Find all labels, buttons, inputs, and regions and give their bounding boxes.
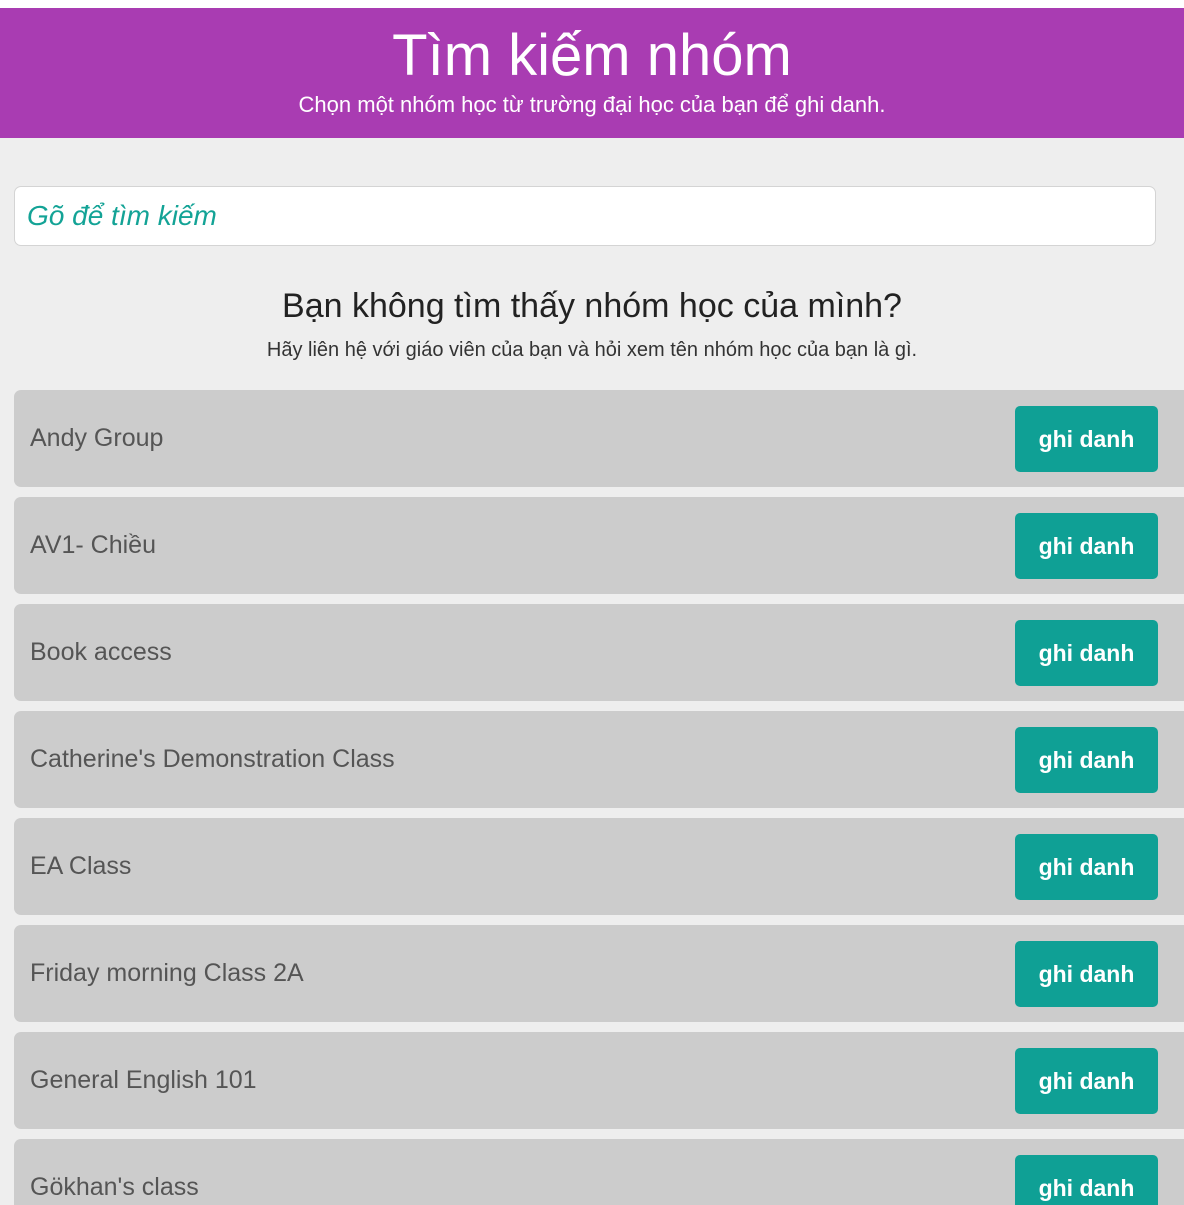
main-content: Bạn không tìm thấy nhóm học của mình? Hã… (0, 138, 1184, 1205)
group-name: AV1- Chiều (30, 531, 156, 559)
enroll-button[interactable]: ghi danh (1015, 513, 1158, 579)
group-row: Friday morning Class 2A ghi danh (14, 925, 1184, 1022)
enroll-button[interactable]: ghi danh (1015, 727, 1158, 793)
enroll-button[interactable]: ghi danh (1015, 1048, 1158, 1114)
search-input[interactable] (14, 186, 1156, 246)
group-name: Gökhan's class (30, 1173, 199, 1201)
enroll-button[interactable]: ghi danh (1015, 834, 1158, 900)
group-row: Book access ghi danh (14, 604, 1184, 701)
enroll-button[interactable]: ghi danh (1015, 941, 1158, 1007)
group-row: General English 101 ghi danh (14, 1032, 1184, 1129)
group-row: Gökhan's class ghi danh (14, 1139, 1184, 1205)
page-title: Tìm kiếm nhóm (392, 23, 792, 88)
group-name: Book access (30, 638, 172, 666)
not-found-hint: Hãy liên hệ với giáo viên của bạn và hỏi… (266, 339, 918, 361)
group-name: Andy Group (30, 424, 164, 452)
enroll-button[interactable]: ghi danh (1015, 1155, 1158, 1205)
enroll-button[interactable]: ghi danh (1015, 620, 1158, 686)
group-row: EA Class ghi danh (14, 818, 1184, 915)
group-list: Andy Group ghi danh AV1- Chiều ghi danh … (14, 390, 1184, 1205)
enroll-button[interactable]: ghi danh (1015, 406, 1158, 472)
group-name: Catherine's Demonstration Class (30, 745, 395, 773)
not-found-heading: Bạn không tìm thấy nhóm học của mình? (282, 287, 902, 325)
page: Tìm kiếm nhóm Chọn một nhóm học từ trườn… (0, 0, 1184, 1205)
group-row: Andy Group ghi danh (14, 390, 1184, 487)
group-row: AV1- Chiều ghi danh (14, 497, 1184, 594)
group-name: General English 101 (30, 1066, 257, 1094)
group-name: Friday morning Class 2A (30, 959, 304, 987)
group-row: Catherine's Demonstration Class ghi danh (14, 711, 1184, 808)
group-name: EA Class (30, 852, 132, 880)
page-subtitle: Chọn một nhóm học từ trường đại học của … (298, 92, 886, 117)
page-header: Tìm kiếm nhóm Chọn một nhóm học từ trườn… (0, 8, 1184, 138)
